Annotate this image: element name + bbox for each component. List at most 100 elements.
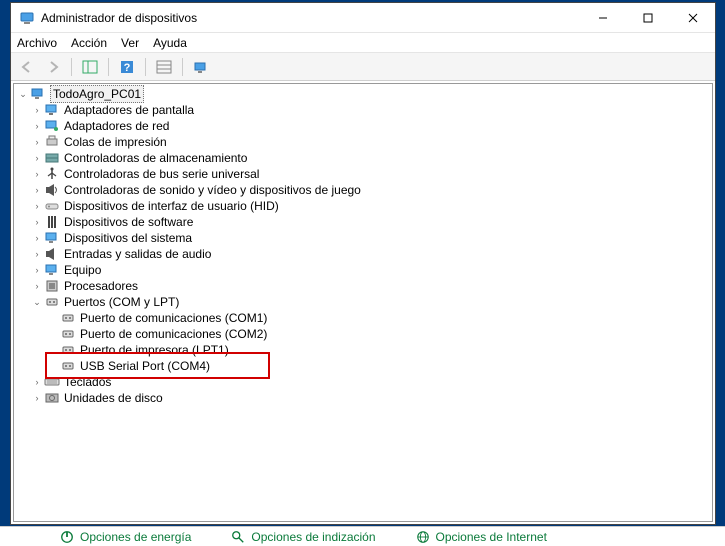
- tree-container[interactable]: ⌄ TodoAgro_PC01 › Adaptadores de pantalla › A…: [13, 83, 713, 522]
- maximize-button[interactable]: [625, 3, 670, 33]
- tree-item-label: Entradas y salidas de audio: [64, 246, 211, 262]
- app-icon: [19, 10, 35, 26]
- expand-icon[interactable]: ›: [30, 391, 44, 405]
- globe-icon: [416, 530, 430, 544]
- hid-icon: [44, 198, 60, 214]
- expand-icon[interactable]: ›: [30, 135, 44, 149]
- tree-item-label: Adaptadores de pantalla: [64, 102, 194, 118]
- expand-icon[interactable]: ›: [30, 167, 44, 181]
- expand-icon[interactable]: ›: [30, 375, 44, 389]
- tree-root-node[interactable]: ⌄ TodoAgro_PC01: [14, 86, 712, 102]
- search-icon: [231, 530, 245, 544]
- taskbar-indexing-label: Opciones de indización: [251, 530, 375, 544]
- port-icon: [44, 294, 60, 310]
- tree-subitem[interactable]: USB Serial Port (COM4): [14, 358, 712, 374]
- tree-item-label: Procesadores: [64, 278, 138, 294]
- titlebar: Administrador de dispositivos: [11, 3, 715, 33]
- leaf-spacer: [46, 311, 60, 325]
- forward-button[interactable]: [41, 56, 65, 78]
- toolbar: ?: [11, 53, 715, 81]
- port-icon: [60, 342, 76, 358]
- toolbar-separator: [71, 58, 72, 76]
- computer-icon: [30, 86, 46, 102]
- tree-item[interactable]: › Adaptadores de pantalla: [14, 102, 712, 118]
- leaf-spacer: [46, 327, 60, 341]
- toolbar-separator: [182, 58, 183, 76]
- display-icon: [44, 102, 60, 118]
- tree-item[interactable]: › Teclados: [14, 374, 712, 390]
- taskbar-energy-label: Opciones de energía: [80, 530, 191, 544]
- tree-item-label: Adaptadores de red: [64, 118, 169, 134]
- control-panel-strip: Opciones de energía Opciones de indizaci…: [0, 526, 725, 546]
- tree-subitem-label: USB Serial Port (COM4): [80, 358, 210, 374]
- toolbar-separator: [108, 58, 109, 76]
- expand-icon[interactable]: ›: [30, 119, 44, 133]
- window-controls: [580, 3, 715, 32]
- storage-icon: [44, 150, 60, 166]
- taskbar-internet[interactable]: Opciones de Internet: [416, 530, 547, 544]
- expand-icon[interactable]: ›: [30, 151, 44, 165]
- computer-icon: [44, 262, 60, 278]
- tree-item-label: Teclados: [64, 374, 111, 390]
- leaf-spacer: [46, 359, 60, 373]
- tree-subitem[interactable]: Puerto de comunicaciones (COM1): [14, 310, 712, 326]
- tree-item[interactable]: ›Controladoras de bus serie universal: [14, 166, 712, 182]
- expand-icon[interactable]: ›: [30, 247, 44, 261]
- tree-subitem-label: Puerto de comunicaciones (COM2): [80, 326, 267, 342]
- collapse-icon[interactable]: ⌄: [30, 295, 44, 309]
- tree-item[interactable]: › Colas de impresión: [14, 134, 712, 150]
- taskbar-internet-label: Opciones de Internet: [436, 530, 547, 544]
- menu-view[interactable]: Ver: [121, 36, 139, 50]
- root-label: TodoAgro_PC01: [50, 85, 144, 103]
- expand-icon[interactable]: ›: [30, 103, 44, 117]
- usb-icon: [44, 166, 60, 182]
- back-button[interactable]: [15, 56, 39, 78]
- menu-help[interactable]: Ayuda: [153, 36, 187, 50]
- cpu-icon: [44, 278, 60, 294]
- expand-icon[interactable]: ›: [30, 263, 44, 277]
- tree-item[interactable]: ›Controladoras de sonido y vídeo y dispo…: [14, 182, 712, 198]
- tree-item[interactable]: ›Equipo: [14, 262, 712, 278]
- tree-subitem-label: Puerto de comunicaciones (COM1): [80, 310, 267, 326]
- tree-item[interactable]: ⌄Puertos (COM y LPT): [14, 294, 712, 310]
- sound-icon: [44, 182, 60, 198]
- tree-item[interactable]: ›Controladoras de almacenamiento: [14, 150, 712, 166]
- tree-item[interactable]: › Adaptadores de red: [14, 118, 712, 134]
- device-manager-window: Administrador de dispositivos Archivo Ac…: [10, 2, 716, 525]
- expand-icon[interactable]: ›: [30, 215, 44, 229]
- disk-icon: [44, 390, 60, 406]
- expand-icon[interactable]: ›: [30, 231, 44, 245]
- taskbar-energy[interactable]: Opciones de energía: [60, 530, 191, 544]
- show-hide-tree-button[interactable]: [78, 56, 102, 78]
- audio-icon: [44, 246, 60, 262]
- tree-item[interactable]: ›Dispositivos del sistema: [14, 230, 712, 246]
- tree-item[interactable]: › Procesadores: [14, 278, 712, 294]
- tree-item[interactable]: ›Unidades de disco: [14, 390, 712, 406]
- taskbar-indexing[interactable]: Opciones de indización: [231, 530, 375, 544]
- expand-icon[interactable]: ›: [30, 183, 44, 197]
- leaf-spacer: [46, 343, 60, 357]
- tree-item-label: Dispositivos de interfaz de usuario (HID…: [64, 198, 279, 214]
- expand-icon[interactable]: ›: [30, 279, 44, 293]
- tree-item[interactable]: › Entradas y salidas de audio: [14, 246, 712, 262]
- tree-item[interactable]: ›Dispositivos de software: [14, 214, 712, 230]
- collapse-icon[interactable]: ⌄: [16, 87, 30, 101]
- menu-action[interactable]: Acción: [71, 36, 107, 50]
- close-button[interactable]: [670, 3, 715, 33]
- help-button[interactable]: ?: [115, 56, 139, 78]
- tree-subitem[interactable]: Puerto de impresora (LPT1): [14, 342, 712, 358]
- tree-item[interactable]: › Dispositivos de interfaz de usuario (HI…: [14, 198, 712, 214]
- device-tree: ⌄ TodoAgro_PC01 › Adaptadores de pantalla › A…: [14, 86, 712, 406]
- network-icon: [44, 118, 60, 134]
- properties-button[interactable]: [152, 56, 176, 78]
- scan-hardware-button[interactable]: [189, 56, 213, 78]
- port-icon: [60, 358, 76, 374]
- tree-subitem[interactable]: Puerto de comunicaciones (COM2): [14, 326, 712, 342]
- toolbar-separator: [145, 58, 146, 76]
- minimize-button[interactable]: [580, 3, 625, 33]
- expand-icon[interactable]: ›: [30, 199, 44, 213]
- menu-file[interactable]: Archivo: [17, 36, 57, 50]
- tree-item-label: Colas de impresión: [64, 134, 167, 150]
- window-title: Administrador de dispositivos: [41, 11, 580, 25]
- software-icon: [44, 214, 60, 230]
